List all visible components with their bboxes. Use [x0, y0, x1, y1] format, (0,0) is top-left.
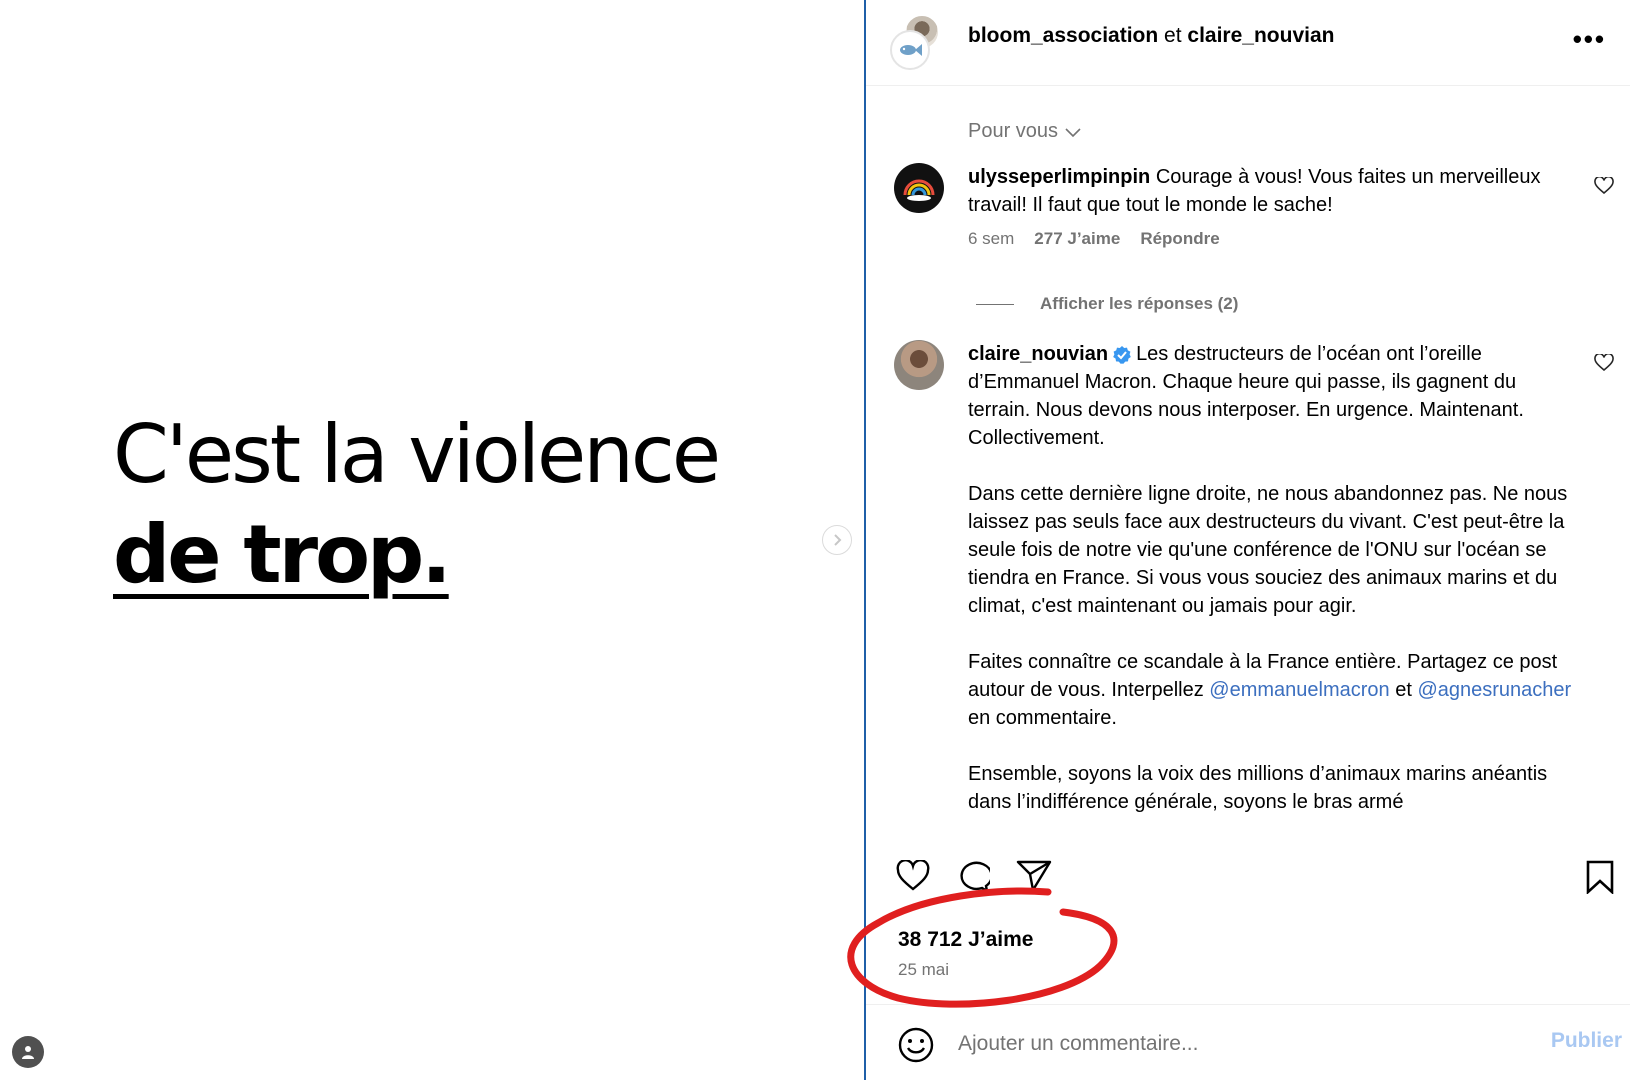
caption-text: claire_nouvian Les destructeurs de l’océa…: [968, 340, 1578, 816]
paper-plane-icon: [1016, 860, 1052, 892]
next-slide-button[interactable]: [822, 525, 852, 555]
chevron-right-icon: [834, 534, 842, 546]
post-authors: bloom_association et claire_nouvian: [968, 24, 1334, 48]
heart-icon: [896, 859, 930, 891]
save-post-button[interactable]: [1586, 860, 1614, 899]
view-replies-label: Afficher les réponses (2): [1040, 294, 1239, 313]
headline-line-1: C'est la violence: [113, 408, 721, 501]
caption-text-part: et: [1389, 679, 1418, 701]
emoji-button[interactable]: [898, 1027, 934, 1068]
comment-input[interactable]: [958, 1027, 1518, 1061]
comment-meta: 6 sem 277 J’aime Répondre: [968, 229, 1220, 249]
like-caption-button[interactable]: [1594, 352, 1614, 377]
avatar[interactable]: [894, 163, 944, 213]
comment-text: ulysseperlimpinpin Courage à vous! Vous …: [968, 163, 1578, 219]
caption-paragraph-3: Faites connaître ce scandale à la France…: [968, 648, 1578, 732]
post-header: bloom_association et claire_nouvian •••: [866, 0, 1630, 86]
chevron-down-icon: [1065, 127, 1081, 137]
comment-time[interactable]: 6 sem: [968, 229, 1014, 249]
reply-button[interactable]: Répondre: [1140, 229, 1219, 249]
share-button[interactable]: [1016, 860, 1052, 897]
post-actions-bar: [866, 859, 1630, 910]
tagged-users-button[interactable]: [12, 1036, 44, 1068]
post-likes-count[interactable]: 38 712 J’aime: [898, 928, 1033, 952]
caption-username[interactable]: claire_nouvian: [968, 343, 1108, 365]
post-media[interactable]: C'est la violence de trop.: [0, 0, 864, 1080]
comment-button[interactable]: [956, 860, 993, 897]
caption-text-part: en commentaire.: [968, 707, 1117, 729]
comment-item: ulysseperlimpinpin Courage à vous! Vous …: [894, 163, 1614, 283]
caption-paragraph-4: Ensemble, soyons la voix des millions d’…: [968, 763, 1548, 813]
comment-sort-dropdown[interactable]: Pour vous: [968, 120, 1082, 143]
emoji-icon: [898, 1027, 934, 1063]
sort-label: Pour vous: [968, 120, 1059, 142]
comment-username[interactable]: ulysseperlimpinpin: [968, 166, 1150, 188]
author-link[interactable]: bloom_association: [968, 24, 1158, 47]
author-link[interactable]: claire_nouvian: [1187, 24, 1334, 47]
post-date[interactable]: 25 mai: [898, 960, 949, 980]
heart-icon: [1594, 352, 1614, 372]
avatar[interactable]: [894, 340, 944, 390]
authors-joiner: et: [1158, 24, 1188, 47]
more-options-button[interactable]: •••: [1573, 24, 1606, 55]
comment-composer: Publier: [866, 1004, 1630, 1080]
media-headline: C'est la violence de trop.: [113, 405, 721, 605]
comment-bubble-icon: [960, 861, 993, 894]
like-comment-button[interactable]: [1594, 175, 1614, 200]
verified-badge-icon: [1113, 345, 1131, 364]
collab-avatars[interactable]: [890, 14, 946, 70]
mention-link[interactable]: @emmanuelmacron: [1209, 679, 1389, 701]
caption-scroll-area[interactable]: claire_nouvian Les destructeurs de l’océa…: [866, 340, 1630, 860]
fish-logo-icon: [900, 44, 922, 56]
heart-icon: [1594, 175, 1614, 195]
view-replies-button[interactable]: Afficher les réponses (2): [976, 294, 1238, 314]
bookmark-icon: [1586, 860, 1614, 895]
caption-paragraph-2: Dans cette dernière ligne droite, ne nou…: [968, 483, 1568, 617]
mention-link[interactable]: @agnesrunacher: [1417, 679, 1571, 701]
like-post-button[interactable]: [896, 859, 930, 897]
post-side-panel: bloom_association et claire_nouvian ••• …: [866, 0, 1630, 1080]
publish-button[interactable]: Publier: [1551, 1029, 1622, 1053]
user-icon: [22, 1046, 34, 1059]
headline-line-2: de trop.: [113, 508, 452, 601]
rainbow-avatar-icon: [903, 179, 935, 201]
comment-likes[interactable]: 277 J’aime: [1034, 229, 1120, 249]
replies-divider: [976, 303, 1014, 305]
avatar[interactable]: [890, 30, 930, 70]
